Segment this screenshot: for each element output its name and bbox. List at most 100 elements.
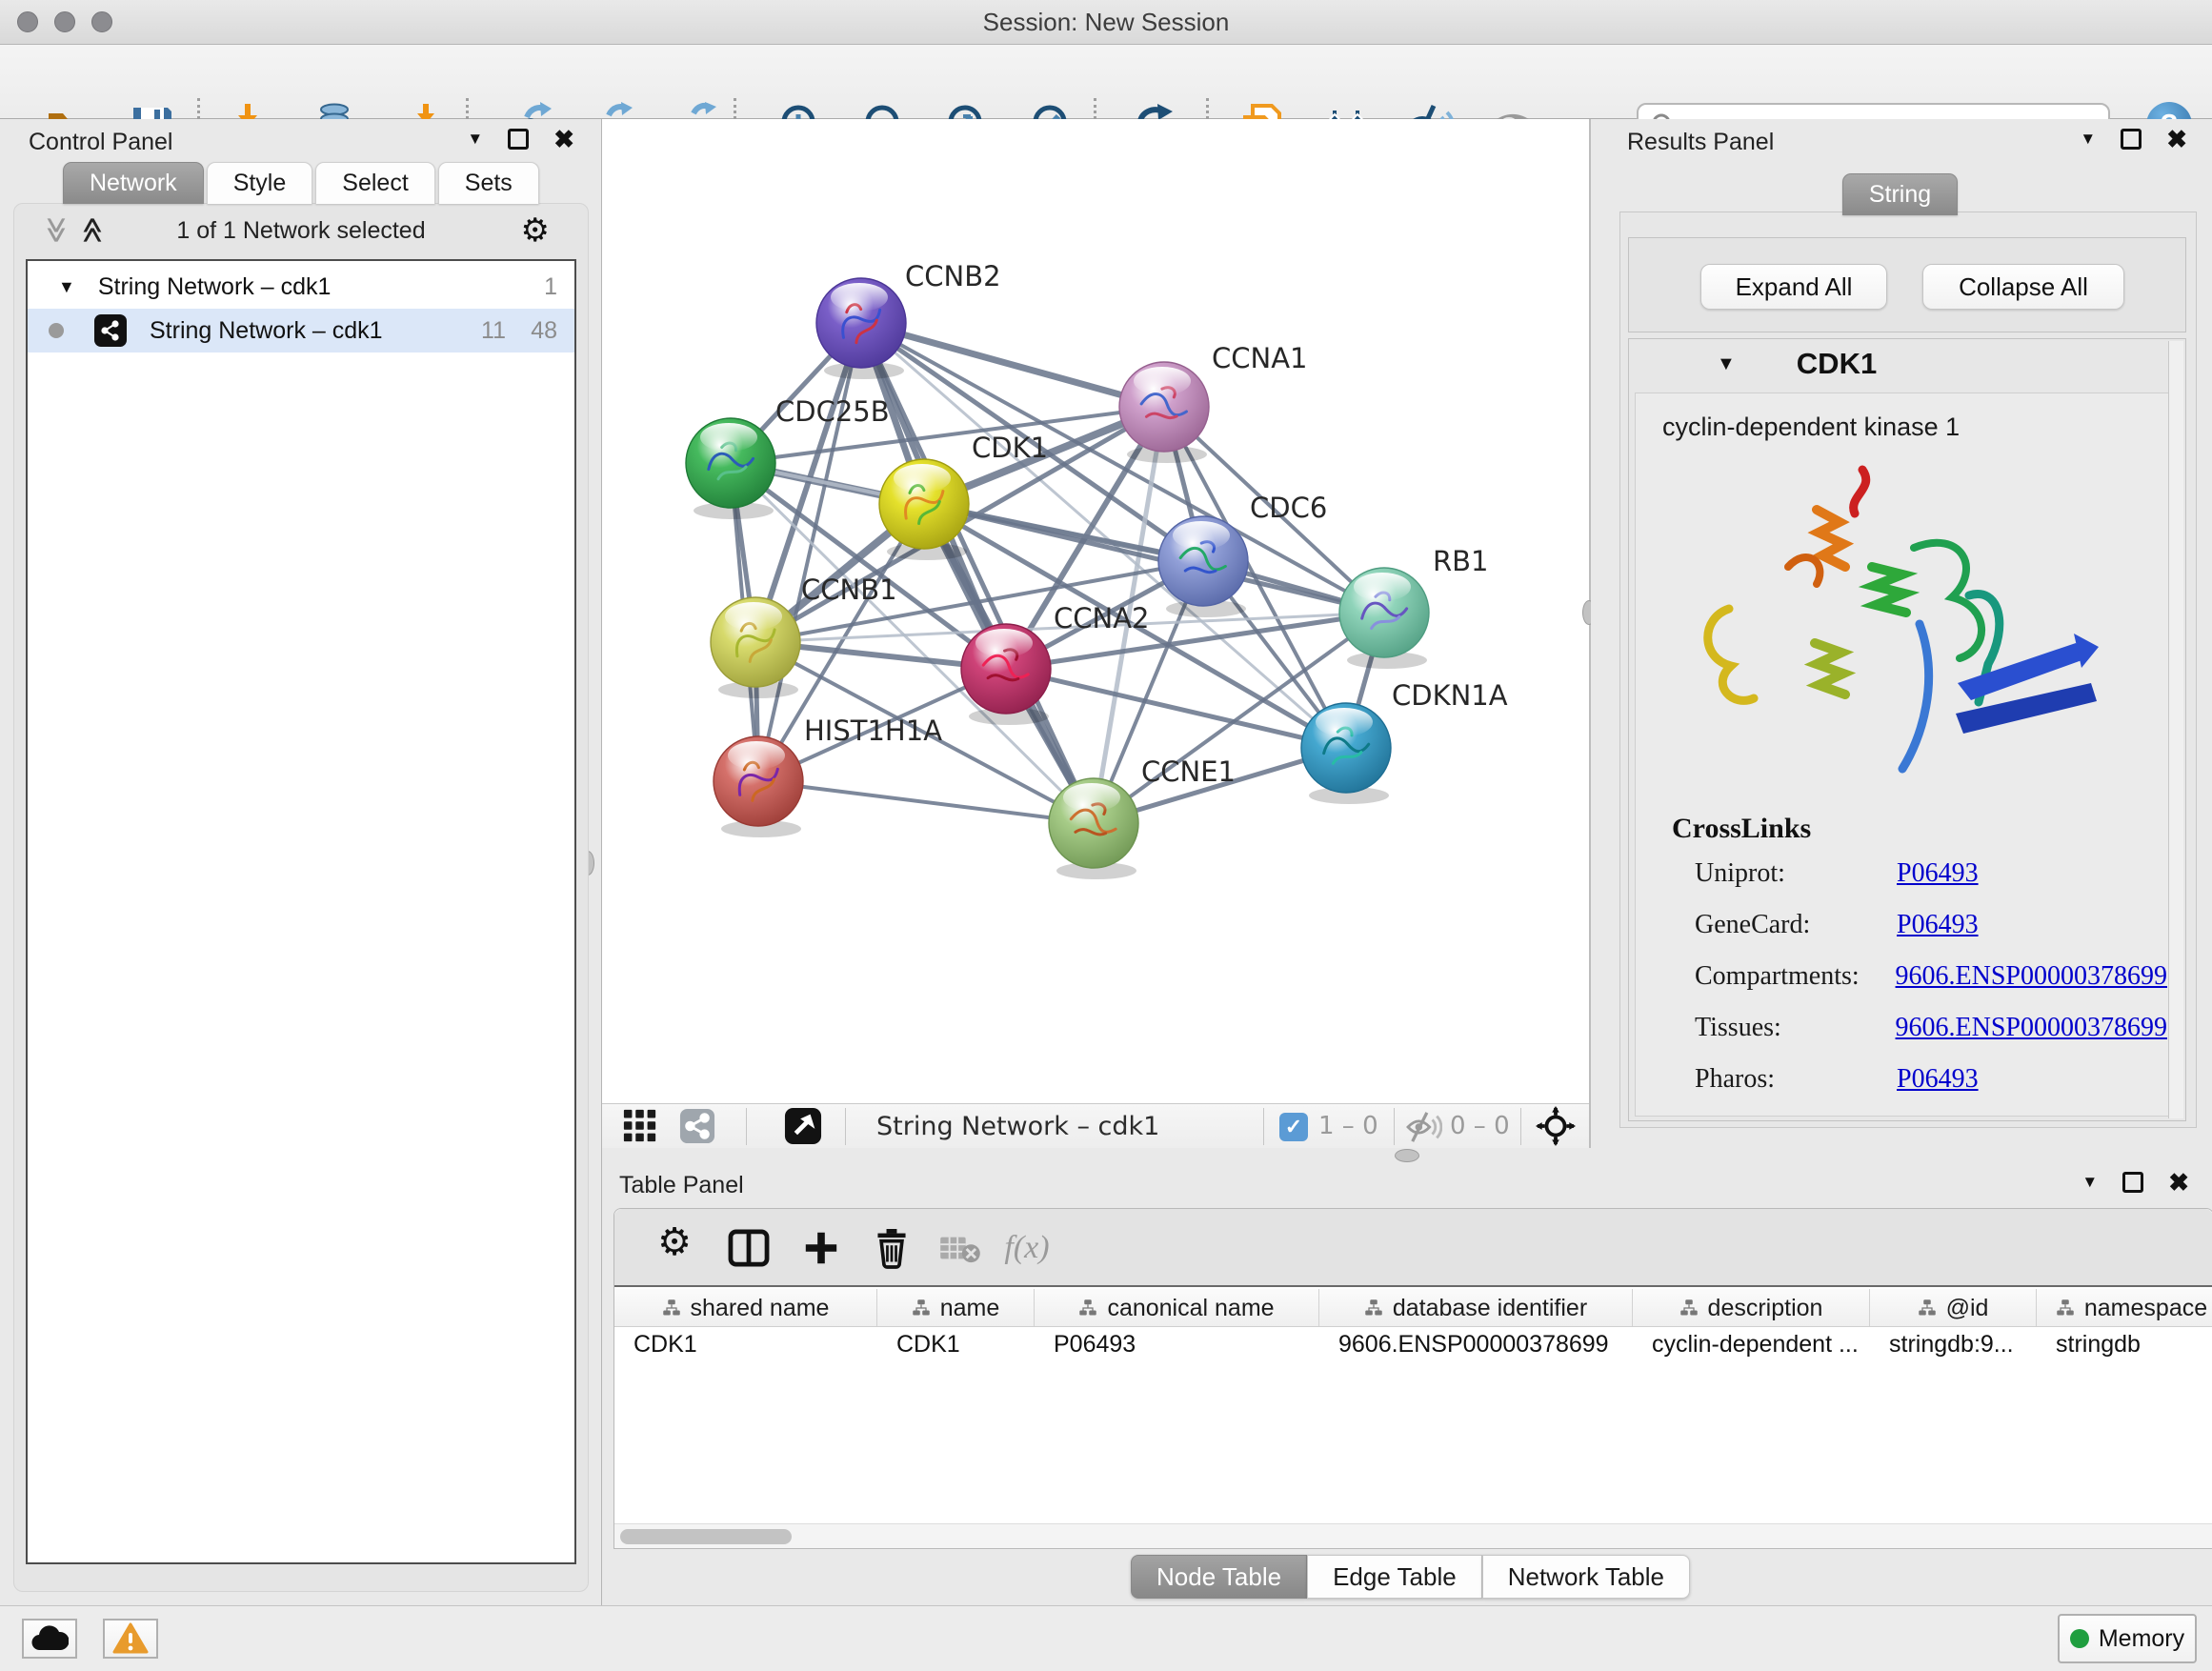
network-tab-content: ≫ ≪ 1 of 1 Network selected ⚙ ▼ String N… (13, 203, 589, 1592)
table-h-scrollbar[interactable] (614, 1523, 2212, 1548)
table-cell[interactable]: cyclin-dependent ... (1633, 1327, 1870, 1361)
table-cell[interactable]: CDK1 (877, 1327, 1035, 1361)
crosshair-icon[interactable] (1534, 1106, 1578, 1146)
network-view-canvas[interactable]: CCNB2CCNA1CDC25BCDK1CDC6RB1CCNB1CCNA2CDK… (602, 119, 1589, 1103)
column-header--id[interactable]: @id (1870, 1289, 2037, 1327)
crosslink-link[interactable]: P06493 (1897, 910, 1979, 940)
table-cell[interactable]: CDK1 (614, 1327, 877, 1361)
tab-string[interactable]: String (1842, 173, 1958, 215)
crosslink-row: Uniprot:P06493 (1672, 858, 2167, 889)
delete-column-trash-icon[interactable] (868, 1224, 915, 1272)
tab-select[interactable]: Select (315, 162, 434, 204)
network-node-CDKN1A[interactable]: CDKN1A (1301, 679, 1508, 804)
network-collection-row[interactable]: ▼ String Network – cdk1 1 (28, 265, 574, 309)
node-label-CCNB2: CCNB2 (905, 260, 1001, 292)
tree-expand-caret-icon[interactable]: ▼ (58, 277, 75, 297)
expand-all-button[interactable]: Expand All (1700, 264, 1887, 310)
protein-structure-image (1674, 456, 2141, 799)
column-header-database-identifier[interactable]: database identifier (1319, 1289, 1633, 1327)
section-caret-icon[interactable]: ▼ (1717, 353, 1736, 375)
column-header-shared-name[interactable]: shared name (614, 1289, 877, 1327)
crosslink-link[interactable]: P06493 (1897, 858, 1979, 889)
tab-style[interactable]: Style (207, 162, 313, 204)
node-label-RB1: RB1 (1433, 545, 1489, 577)
table-row[interactable]: CDK1CDK1P064939606.ENSP00000378699cyclin… (614, 1327, 2212, 1361)
warning-icon (112, 1622, 149, 1655)
table-options-gear-icon[interactable]: ⚙ (651, 1218, 698, 1266)
network-edge-count: 48 (531, 317, 557, 345)
results-scrollbar[interactable] (2168, 341, 2183, 1118)
delete-table-icon-disabled (936, 1224, 984, 1272)
column-header-name[interactable]: name (877, 1289, 1035, 1327)
close-panel-icon[interactable]: ✖ (2168, 1172, 2189, 1193)
collapse-all-button[interactable]: Collapse All (1922, 264, 2124, 310)
crosslink-link[interactable]: P06493 (1897, 1064, 1979, 1095)
hidden-eye-icon[interactable] (1405, 1110, 1443, 1144)
maximize-panel-icon[interactable] (508, 129, 529, 150)
network-node-CCNB2[interactable]: CCNB2 (816, 260, 1001, 379)
memory-button[interactable]: Memory (2058, 1614, 2197, 1663)
crosslink-link[interactable]: 9606.ENSP00000378699 (1896, 1013, 2167, 1043)
gene-section-header[interactable]: ▼ CDK1 (1629, 339, 2185, 389)
network-node-HIST1H1A[interactable]: HIST1H1A (714, 715, 942, 837)
tab-edge-table[interactable]: Edge Table (1307, 1555, 1482, 1599)
network-row-selected[interactable]: String Network – cdk1 11 48 (28, 309, 574, 352)
selected-nodes-checkbox[interactable]: ✓ (1279, 1113, 1308, 1141)
window-titlebar: Session: New Session (0, 0, 2212, 45)
crosslink-label: Uniprot: (1695, 858, 1897, 889)
scrollbar-thumb[interactable] (620, 1529, 792, 1544)
share-network-icon[interactable] (676, 1107, 718, 1145)
close-panel-icon[interactable]: ✖ (553, 129, 574, 150)
network-node-RB1[interactable]: RB1 (1339, 545, 1489, 669)
birdseye-view-icon[interactable] (781, 1106, 825, 1146)
column-header-canonical-name[interactable]: canonical name (1035, 1289, 1319, 1327)
add-column-icon[interactable] (797, 1224, 845, 1272)
cloud-status-button[interactable] (22, 1619, 77, 1659)
show-columns-icon[interactable] (725, 1224, 773, 1272)
float-panel-icon[interactable]: ▼ (2081, 1173, 2098, 1192)
node-label-CDK1: CDK1 (972, 432, 1048, 464)
crosslink-link[interactable]: 9606.ENSP00000378699 (1896, 961, 2167, 992)
network-status-dot-icon (49, 323, 64, 338)
results-panel-title: Results Panel (1627, 129, 1774, 156)
table-cell[interactable]: stringdb:9... (1870, 1327, 2037, 1361)
float-panel-icon[interactable]: ▼ (467, 130, 483, 149)
window-title: Session: New Session (0, 0, 2212, 45)
tab-network[interactable]: Network (63, 162, 204, 204)
results-panel: Results Panel ▼ ✖ String Expand All Coll… (1591, 119, 2212, 1148)
gene-section: ▼ CDK1 cyclin-dependent kinase 1 (1628, 338, 2186, 1121)
tab-sets[interactable]: Sets (438, 162, 539, 204)
network-node-CDC6[interactable]: CDC6 (1158, 492, 1327, 617)
float-panel-icon[interactable]: ▼ (2080, 130, 2096, 149)
close-panel-icon[interactable]: ✖ (2166, 129, 2187, 150)
warnings-button[interactable] (103, 1619, 158, 1659)
selected-counter: 1 – 0 (1318, 1104, 1378, 1149)
network-edge-CCNB2-CCNA1[interactable] (861, 323, 1164, 407)
crosslink-label: GeneCard: (1695, 910, 1897, 940)
network-edge-HIST1H1A-CCNE1[interactable] (758, 781, 1094, 823)
table-cell[interactable]: P06493 (1035, 1327, 1319, 1361)
crosslinks-section: CrossLinks Uniprot:P06493GeneCard:P06493… (1672, 813, 2167, 1116)
table-cell[interactable]: stringdb (2037, 1327, 2212, 1361)
network-options-gear-icon[interactable]: ⚙ (521, 211, 550, 250)
toolbar-separator (1263, 1108, 1264, 1145)
status-bar: Memory (0, 1605, 2212, 1671)
maximize-panel-icon[interactable] (2122, 1172, 2143, 1193)
table-panel: Table Panel ▼ ✖ ⚙ f(x) shared namenameca… (602, 1164, 2212, 1605)
table-cell[interactable]: 9606.ENSP00000378699 (1319, 1327, 1633, 1361)
network-node-CCNE1[interactable]: CCNE1 (1049, 755, 1236, 879)
column-header-description[interactable]: description (1633, 1289, 1870, 1327)
node-table-box: ⚙ f(x) shared namenamecanonical namedata… (613, 1208, 2212, 1549)
grid-view-icon[interactable] (619, 1107, 661, 1145)
crosslink-row: GeneCard:P06493 (1672, 910, 2167, 940)
column-header-namespace[interactable]: namespace (2037, 1289, 2212, 1327)
network-node-CCNA1[interactable]: CCNA1 (1119, 342, 1307, 463)
string-results-box: Expand All Collapse All ▼ CDK1 cyclin-de… (1619, 211, 2197, 1128)
splitter-handle[interactable] (1395, 1149, 1419, 1162)
maximize-panel-icon[interactable] (2121, 129, 2142, 150)
network-edge-CCNB2-HIST1H1A[interactable] (758, 323, 861, 781)
table-panel-tabs: Node TableEdge TableNetwork Table (1131, 1555, 1690, 1599)
tab-node-table[interactable]: Node Table (1131, 1555, 1307, 1599)
node-label-HIST1H1A: HIST1H1A (804, 715, 942, 747)
tab-network-table[interactable]: Network Table (1482, 1555, 1690, 1599)
